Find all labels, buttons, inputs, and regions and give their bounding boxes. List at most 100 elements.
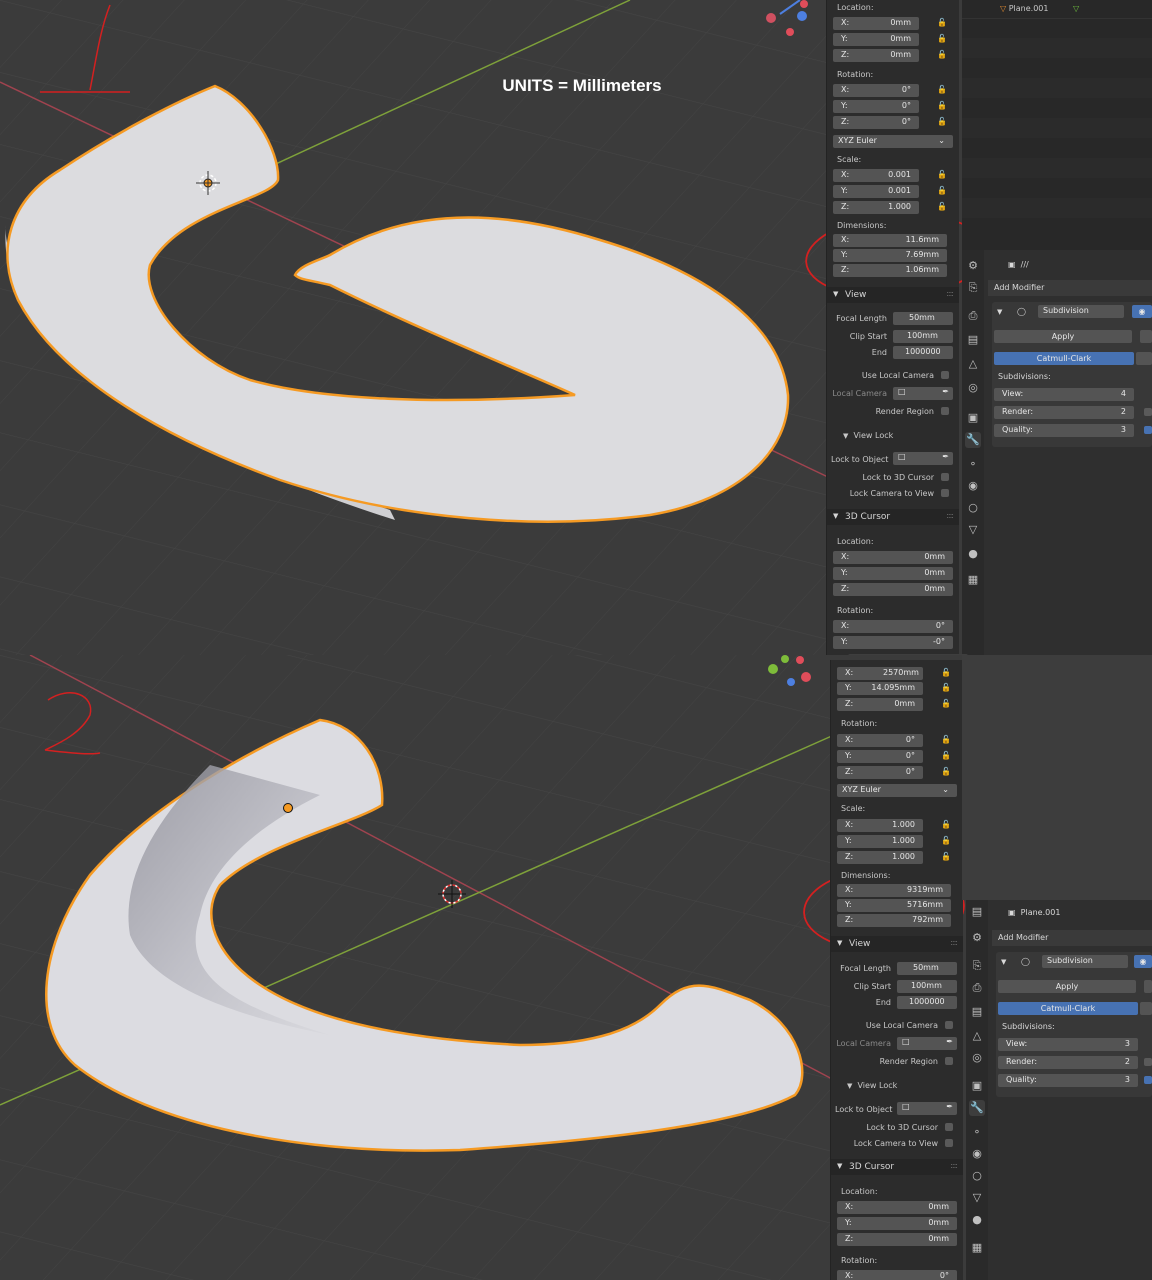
editor-type-icon[interactable]: ▤ (969, 904, 985, 920)
copy-button[interactable] (1140, 330, 1152, 343)
output-tab-icon[interactable]: ⎙ (969, 980, 985, 996)
lock-icon[interactable]: 🔓 (941, 767, 951, 777)
scale-x-field[interactable]: X: 0.001 (833, 169, 919, 182)
lock-to-object-field[interactable]: □ ✒ (893, 452, 953, 465)
location-y-field[interactable]: Y: 14.095mm (837, 682, 923, 695)
rotation-z-field[interactable]: Z: 0° (833, 116, 919, 129)
clip-start-field[interactable]: 100mm (897, 980, 957, 993)
modifier-name-field[interactable]: Subdivision (1038, 305, 1124, 318)
lock-icon[interactable]: 🔓 (941, 751, 951, 761)
scene-tab-icon[interactable]: △ (965, 356, 981, 372)
rotation-y-field[interactable]: Y: 0° (837, 750, 923, 763)
view-lock-subheader[interactable]: ▼ View Lock (843, 431, 893, 440)
scale-x-field[interactable]: X: 1.000 (837, 819, 923, 832)
data-tab-icon[interactable]: ▽ (965, 522, 981, 538)
lock-to-cursor-checkbox[interactable] (945, 1123, 953, 1131)
scene-tab-icon[interactable]: △ (969, 1028, 985, 1044)
lock-icon[interactable]: 🔓 (941, 836, 951, 846)
render-tab-icon[interactable]: ⎘ (965, 280, 981, 296)
scale-y-field[interactable]: Y: 1.000 (837, 835, 923, 848)
rotation-mode-dropdown[interactable]: XYZ Euler ⌄ (833, 135, 953, 148)
collapse-triangle-icon[interactable]: ▼ (997, 308, 1002, 316)
collapse-triangle-icon[interactable]: ▼ (1001, 958, 1006, 966)
scale-z-field[interactable]: Z: 1.000 (833, 201, 919, 214)
location-z-field[interactable]: Z: 0mm (837, 698, 923, 711)
render-region-checkbox[interactable] (945, 1057, 953, 1065)
add-modifier-button[interactable]: Add Modifier (994, 283, 1044, 292)
simple-toggle[interactable] (1136, 352, 1152, 365)
rotation-mode-dropdown[interactable]: XYZ Euler ⌄ (837, 784, 957, 797)
outliner-item-plane[interactable]: ▽ Plane.001 ▽ (1000, 4, 1079, 13)
cursor-panel-header[interactable]: ▼ 3D Cursor:::: (827, 509, 959, 525)
lock-icon[interactable]: 🔓 (937, 101, 947, 111)
lock-icon[interactable]: 🔓 (937, 34, 947, 44)
rotation-x-field[interactable]: X: 0° (833, 84, 919, 97)
cursor-x-field[interactable]: X: 0mm (833, 551, 953, 564)
constraints-tab-icon[interactable]: ○ (969, 1168, 985, 1184)
local-camera-field[interactable]: □ ✒ (897, 1037, 957, 1050)
location-z-field[interactable]: Z: 0mm (833, 49, 919, 62)
scale-z-field[interactable]: Z: 1.000 (837, 851, 923, 864)
location-y-field[interactable]: Y: 0mm (833, 33, 919, 46)
view-levels-field[interactable]: View: 4 (994, 388, 1134, 401)
render-levels-field[interactable]: Render: 2 (998, 1056, 1138, 1069)
particles-tab-icon[interactable]: ∘ (965, 456, 981, 472)
lock-camera-checkbox[interactable] (941, 489, 949, 497)
apply-button[interactable]: Apply (994, 330, 1132, 343)
view-layer-tab-icon[interactable]: ▤ (969, 1004, 985, 1020)
world-tab-icon[interactable]: ◎ (965, 380, 981, 396)
tool-tab-icon[interactable]: ⚙ (965, 258, 981, 274)
modifier-name-field[interactable]: Subdivision (1042, 955, 1128, 968)
render-tab-icon[interactable]: ⎘ (969, 958, 985, 974)
cursor-z-field[interactable]: Z: 0mm (833, 583, 953, 596)
constraints-tab-icon[interactable]: ○ (965, 500, 981, 516)
lock-icon[interactable]: 🔓 (937, 18, 947, 28)
lock-icon[interactable]: 🔓 (937, 186, 947, 196)
modifier-wrench-icon[interactable]: 🔧 (965, 432, 981, 448)
add-modifier-button[interactable]: Add Modifier (998, 933, 1048, 942)
clip-start-field[interactable]: 100mm (893, 330, 953, 343)
lock-icon[interactable]: 🔓 (937, 50, 947, 60)
texture-tab-icon[interactable]: ▦ (969, 1240, 985, 1256)
catmull-clark-toggle[interactable]: Catmull-Clark (994, 352, 1134, 365)
use-local-camera-checkbox[interactable] (941, 371, 949, 379)
view-panel-header[interactable]: ▼ View:::: (831, 936, 963, 952)
dimension-z-field[interactable]: Z: 792mm (837, 914, 951, 927)
optimal-display-checkbox[interactable] (1144, 408, 1152, 416)
lock-icon[interactable]: 🔓 (941, 683, 951, 693)
texture-tab-icon[interactable]: ▦ (965, 572, 981, 588)
cursor-z-field[interactable]: Z: 0mm (837, 1233, 957, 1246)
lock-camera-checkbox[interactable] (945, 1139, 953, 1147)
quality-field[interactable]: Quality: 3 (998, 1074, 1138, 1087)
rotation-z-field[interactable]: Z: 0° (837, 766, 923, 779)
lock-to-cursor-checkbox[interactable] (941, 473, 949, 481)
dimension-y-field[interactable]: Y: 5716mm (837, 899, 951, 912)
catmull-clark-toggle[interactable]: Catmull-Clark (998, 1002, 1138, 1015)
lock-icon[interactable]: 🔓 (941, 852, 951, 862)
copy-button[interactable] (1144, 980, 1152, 993)
render-levels-field[interactable]: Render: 2 (994, 406, 1134, 419)
lock-icon[interactable]: 🔓 (941, 668, 951, 678)
view-layer-tab-icon[interactable]: ▤ (965, 332, 981, 348)
dimension-x-field[interactable]: X: 9319mm (837, 884, 951, 897)
lock-icon[interactable]: 🔓 (941, 820, 951, 830)
clip-end-field[interactable]: 1000000 (897, 996, 957, 1009)
cursor-y-field[interactable]: Y: 0mm (833, 567, 953, 580)
cursor-rot-x-field[interactable]: X: 0° (837, 1270, 957, 1280)
camera-render-toggle-icon[interactable]: ◉ (1134, 955, 1152, 968)
view-lock-subheader[interactable]: ▼ View Lock (847, 1081, 897, 1090)
material-tab-icon[interactable]: ● (965, 546, 981, 562)
optimal-display-checkbox[interactable] (1144, 1058, 1152, 1066)
lock-to-object-field[interactable]: □ ✒ (897, 1102, 957, 1115)
object-tab-icon[interactable]: ▣ (969, 1078, 985, 1094)
world-tab-icon[interactable]: ◎ (969, 1050, 985, 1066)
simple-toggle[interactable] (1140, 1002, 1152, 1015)
cursor-rot-x-field[interactable]: X: 0° (833, 620, 953, 633)
local-camera-field[interactable]: □ ✒ (893, 387, 953, 400)
clip-end-field[interactable]: 1000000 (893, 346, 953, 359)
rotation-x-field[interactable]: X: 0° (837, 734, 923, 747)
dimension-z-field[interactable]: Z: 1.06mm (833, 264, 947, 277)
apply-button[interactable]: Apply (998, 980, 1136, 993)
use-creases-checkbox[interactable] (1144, 1076, 1152, 1084)
tool-tab-icon[interactable]: ⚙ (969, 930, 985, 946)
